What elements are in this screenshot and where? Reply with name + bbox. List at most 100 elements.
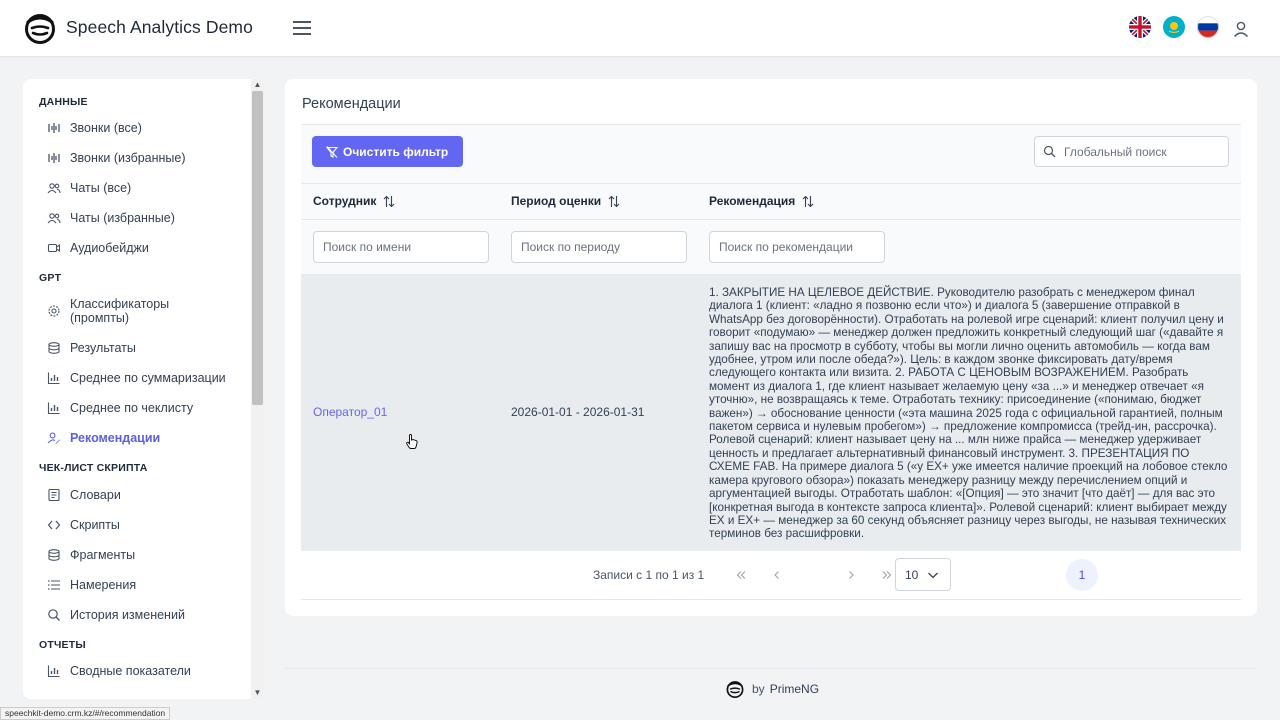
sidebar-item-label: Звонки (все) — [70, 121, 142, 135]
uk-flag-icon[interactable] — [1129, 16, 1151, 38]
recommendation-cell: 1. ЗАКРЫТИЕ НА ЦЕЛЕВОЕ ДЕЙСТВИЕ. Руковод… — [709, 286, 1228, 541]
global-search-box[interactable] — [1034, 136, 1229, 167]
chart-bar-icon — [47, 665, 60, 678]
kz-flag-icon[interactable] — [1163, 16, 1185, 38]
section-title-data: ДАННЫЕ — [39, 96, 88, 108]
ru-flag-icon[interactable] — [1197, 16, 1219, 38]
page-title: Рекомендации — [302, 96, 401, 112]
sidebar-item-label: Аудиобейджи — [70, 241, 149, 255]
topbar: Speech Analytics Demo — [0, 0, 1280, 57]
sidebar-item-chats-favorites[interactable]: Чаты (избранные) — [47, 205, 247, 231]
scroll-up-icon[interactable]: ▲ — [253, 80, 262, 89]
column-label: Рекомендация — [709, 194, 796, 208]
scrollbar-thumb[interactable] — [252, 91, 263, 405]
chevron-left-icon — [774, 571, 779, 579]
sidebar-item-label: Словари — [70, 488, 121, 502]
page-button-1[interactable]: 1 — [1066, 559, 1098, 591]
sidebar-item-intents[interactable]: Намерения — [47, 572, 247, 598]
footer-brand: PrimeNG — [769, 682, 820, 696]
column-label: Сотрудник — [313, 194, 377, 208]
sidebar-item-avg-checklist[interactable]: Среднее по чеклисту — [47, 395, 247, 421]
book-icon — [48, 488, 60, 502]
section-title-reports: ОТЧЕТЫ — [39, 639, 86, 651]
database-icon — [48, 549, 60, 561]
sidebar-item-label: Намерения — [70, 578, 137, 592]
employee-filter-input[interactable] — [313, 231, 489, 263]
code-icon — [47, 520, 61, 530]
column-filter-row — [301, 220, 1241, 275]
global-search-input[interactable] — [1064, 144, 1214, 159]
double-chevron-left-icon — [736, 571, 746, 579]
sort-icon — [802, 195, 814, 207]
clear-filter-button[interactable]: Очистить фильтр — [312, 136, 464, 167]
hand-cursor-icon — [406, 434, 418, 449]
sidebar-item-audiobadges[interactable]: Аудиобейджи — [47, 235, 247, 261]
sidebar-item-scripts[interactable]: Скрипты — [47, 512, 247, 538]
sort-icon — [383, 195, 395, 207]
sidebar-item-dictionaries[interactable]: Словари — [47, 482, 247, 508]
footer-by: by — [752, 682, 765, 696]
table-toolbar: Очистить фильтр — [301, 124, 1241, 184]
chart-bar-icon — [47, 402, 60, 415]
sidebar-item-label: Среднее по суммаризации — [70, 371, 226, 385]
sidebar-item-label: Результаты — [70, 341, 136, 355]
section-title-script-checklist: ЧЕК-ЛИСТ СКРИПТА — [39, 462, 148, 474]
sidebar-item-label: Чаты (избранные) — [70, 211, 175, 225]
column-header-period[interactable]: Период оценки — [511, 194, 620, 208]
sidebar-item-calls-all[interactable]: Звонки (все) — [47, 115, 247, 141]
first-page-button[interactable] — [725, 559, 757, 591]
footer-divider — [285, 668, 1257, 669]
sidebar-item-label: Скрипты — [70, 518, 120, 532]
gear-icon — [48, 305, 60, 317]
search-icon — [48, 609, 60, 621]
section-title-gpt: GPT — [39, 272, 62, 284]
double-chevron-right-icon — [882, 571, 892, 579]
next-page-button[interactable] — [835, 559, 867, 591]
sidebar-item-label: Среднее по чеклисту — [70, 401, 194, 415]
sidebar-item-label: Рекомендации — [70, 431, 161, 445]
filter-slash-icon — [326, 145, 338, 158]
recommendation-filter-input[interactable] — [709, 231, 885, 263]
recommendations-card: Рекомендации Очистить фильтр Сотрудник П… — [285, 79, 1257, 616]
user-icon[interactable] — [1231, 19, 1251, 39]
audio-wave-icon — [48, 153, 60, 163]
users-icon — [47, 183, 61, 194]
rows-per-page-dropdown[interactable]: 10 — [895, 558, 951, 591]
app-title: Speech Analytics Demo — [66, 17, 253, 37]
users-icon — [47, 213, 61, 224]
sidebar-item-results[interactable]: Результаты — [47, 335, 247, 361]
table-header: Сотрудник Период оценки Рекомендация — [301, 184, 1241, 220]
clear-filter-label: Очистить фильтр — [343, 144, 449, 159]
sort-icon — [608, 195, 620, 207]
sidebar-item-label: Классификаторы (промпты) — [70, 297, 170, 325]
paginator-info: Записи с 1 по 1 из 1 — [593, 568, 705, 582]
sidebar-item-label: Звонки (избранные) — [70, 151, 186, 165]
column-header-employee[interactable]: Сотрудник — [313, 194, 395, 208]
sidebar-item-classifiers[interactable]: Классификаторы (промпты) — [47, 294, 207, 328]
list-icon — [48, 580, 60, 590]
chart-bar-icon — [47, 372, 60, 385]
chevron-right-icon — [849, 571, 854, 579]
table-row[interactable]: Оператор_01 2026-01-01 - 2026-01-31 1. З… — [301, 275, 1241, 551]
sidebar-item-label: Чаты (все) — [70, 181, 132, 195]
sidebar-item-chats-all[interactable]: Чаты (все) — [47, 175, 247, 201]
audio-wave-icon — [48, 123, 60, 133]
sidebar-item-fragments[interactable]: Фрагменты — [47, 542, 247, 568]
period-filter-input[interactable] — [511, 231, 687, 263]
search-icon — [1043, 145, 1056, 158]
sidebar-item-avg-summary[interactable]: Среднее по суммаризации — [47, 365, 247, 391]
sidebar-scrollbar[interactable]: ▲ ▼ — [251, 79, 264, 699]
sidebar-item-change-history[interactable]: История изменений — [47, 602, 247, 628]
sidebar-item-summary-metrics[interactable]: Сводные показатели — [47, 658, 247, 684]
scroll-down-icon[interactable]: ▼ — [253, 688, 262, 697]
employee-link[interactable]: Оператор_01 — [313, 405, 387, 419]
sidebar-item-calls-favorites[interactable]: Звонки (избранные) — [47, 145, 247, 171]
footer: by PrimeNG — [725, 680, 819, 698]
chevron-down-icon — [928, 572, 938, 579]
sidebar-item-recommendations[interactable]: Рекомендации — [47, 425, 247, 451]
footer-logo-icon — [726, 681, 744, 698]
prev-page-button[interactable] — [761, 559, 793, 591]
column-header-recommendation[interactable]: Рекомендация — [709, 194, 814, 208]
menu-toggle-icon[interactable] — [290, 17, 314, 39]
rows-per-page-value: 10 — [905, 567, 919, 582]
